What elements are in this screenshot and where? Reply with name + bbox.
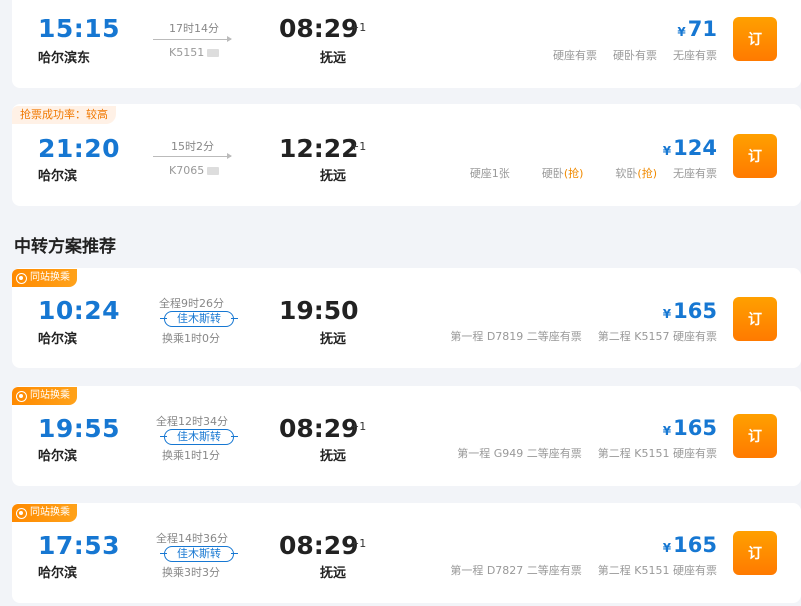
- price: ¥124: [662, 136, 717, 160]
- arrival-station: 抚远: [320, 332, 347, 347]
- departure-time: 15:15: [38, 14, 121, 43]
- leg-availability: 第一程 G949 二等座有票 第二程 K5151 硬座有票: [441, 445, 717, 461]
- price: ¥71: [677, 17, 717, 41]
- book-button[interactable]: 订: [733, 531, 777, 575]
- first-leg: 第一程 G949 二等座有票: [457, 447, 582, 460]
- seat-standing: 无座有票: [673, 49, 717, 62]
- success-rate-badge: 抢票成功率：较高: [12, 106, 116, 124]
- seat-hard-sleeper: 硬卧(抢): [541, 167, 584, 180]
- arrival-time: 08:29: [279, 414, 359, 443]
- next-day-badge: +1: [350, 537, 367, 550]
- train-card[interactable]: 15:15 哈尔滨东 17时14分 K5151 08:29 +1 抚远 ¥71 …: [12, 0, 801, 88]
- same-station-transfer-badge: 同站换乘: [12, 387, 77, 405]
- transfer-wait: 换乘1时0分: [162, 332, 220, 345]
- arrival-station: 抚远: [320, 51, 347, 66]
- total-duration: 全程12时34分: [156, 415, 228, 428]
- departure-time: 17:53: [38, 531, 121, 560]
- seat-hard-sleeper: 硬卧有票: [613, 49, 657, 62]
- transfer-card[interactable]: 10:24 哈尔滨 全程9时26分 佳木斯转 换乘1时0分 19:50 抚远 ¥…: [12, 268, 801, 368]
- transfer-station-pill: 佳木斯转: [160, 311, 238, 327]
- book-button[interactable]: 订: [733, 134, 777, 178]
- departure-station: 哈尔滨: [38, 566, 78, 581]
- book-button[interactable]: 订: [733, 414, 777, 458]
- transfer-icon: [16, 507, 27, 519]
- leg-availability: 第一程 D7827 二等座有票 第二程 K5151 硬座有票: [434, 562, 717, 578]
- departure-station: 哈尔滨: [38, 449, 78, 464]
- route-arrow: [153, 153, 232, 159]
- seat-soft-sleeper: 软卧(抢): [615, 167, 657, 180]
- arrival-time: 08:29: [279, 531, 359, 560]
- leg-availability: 第一程 D7819 二等座有票 第二程 K5157 硬座有票: [434, 328, 717, 344]
- departure-station: 哈尔滨东: [38, 51, 91, 66]
- same-station-transfer-badge: 同站换乘: [12, 269, 77, 287]
- departure-time: 10:24: [38, 296, 121, 325]
- book-button[interactable]: 订: [733, 297, 777, 341]
- second-leg: 第二程 K5151 硬座有票: [597, 447, 717, 460]
- same-station-transfer-badge: 同站换乘: [12, 504, 77, 522]
- duration: 17时14分: [169, 22, 219, 35]
- transfer-card[interactable]: 19:55 哈尔滨 全程12时34分 佳木斯转 换乘1时1分 08:29 +1 …: [12, 386, 801, 486]
- ticket-icon: [207, 49, 220, 57]
- arrival-station: 抚远: [320, 169, 347, 184]
- arrival-time: 12:22: [279, 134, 359, 163]
- transfer-station-pill: 佳木斯转: [160, 429, 238, 445]
- section-title: 中转方案推荐: [14, 237, 116, 257]
- transfer-wait: 换乘1时1分: [162, 449, 220, 462]
- seat-hard-seat: 硬座有票: [553, 49, 597, 62]
- second-leg: 第二程 K5151 硬座有票: [597, 564, 717, 577]
- route-arrow: [153, 36, 232, 42]
- price: ¥165: [662, 416, 717, 440]
- total-duration: 全程14时36分: [156, 532, 228, 545]
- transfer-station-pill: 佳木斯转: [160, 546, 238, 562]
- ticket-icon: [207, 167, 220, 175]
- next-day-badge: +1: [350, 140, 367, 153]
- price: ¥165: [662, 299, 717, 323]
- book-button[interactable]: 订: [733, 17, 777, 61]
- seat-hard-seat: 硬座1张: [469, 167, 510, 180]
- transfer-wait: 换乘3时3分: [162, 566, 220, 579]
- second-leg: 第二程 K5157 硬座有票: [597, 330, 717, 343]
- departure-station: 哈尔滨: [38, 169, 78, 184]
- total-duration: 全程9时26分: [159, 297, 224, 310]
- arrival-time: 08:29: [279, 14, 359, 43]
- seat-availability: 硬座有票 硬卧有票 无座有票: [537, 47, 717, 63]
- transfer-card[interactable]: 17:53 哈尔滨 全程14时36分 佳木斯转 换乘3时3分 08:29 +1 …: [12, 503, 801, 603]
- train-card[interactable]: 21:20 哈尔滨 15时2分 K7065 12:22 +1 抚远 ¥124 硬…: [12, 104, 801, 206]
- arrival-station: 抚远: [320, 449, 347, 464]
- seat-standing: 无座有票: [673, 167, 717, 180]
- train-number: K7065: [169, 164, 220, 177]
- arrival-station: 抚远: [320, 566, 347, 581]
- first-leg: 第一程 D7819 二等座有票: [450, 330, 582, 343]
- departure-time: 21:20: [38, 134, 121, 163]
- transfer-icon: [16, 390, 27, 402]
- price: ¥165: [662, 533, 717, 557]
- next-day-badge: +1: [350, 21, 367, 34]
- seat-availability: 硬座1张 硬卧(抢) 软卧(抢) 无座有票: [454, 165, 717, 181]
- departure-time: 19:55: [38, 414, 121, 443]
- arrival-time: 19:50: [279, 296, 359, 325]
- first-leg: 第一程 D7827 二等座有票: [450, 564, 582, 577]
- transfer-icon: [16, 272, 27, 284]
- departure-station: 哈尔滨: [38, 332, 78, 347]
- duration: 15时2分: [171, 140, 214, 153]
- next-day-badge: +1: [350, 420, 367, 433]
- train-number: K5151: [169, 46, 220, 59]
